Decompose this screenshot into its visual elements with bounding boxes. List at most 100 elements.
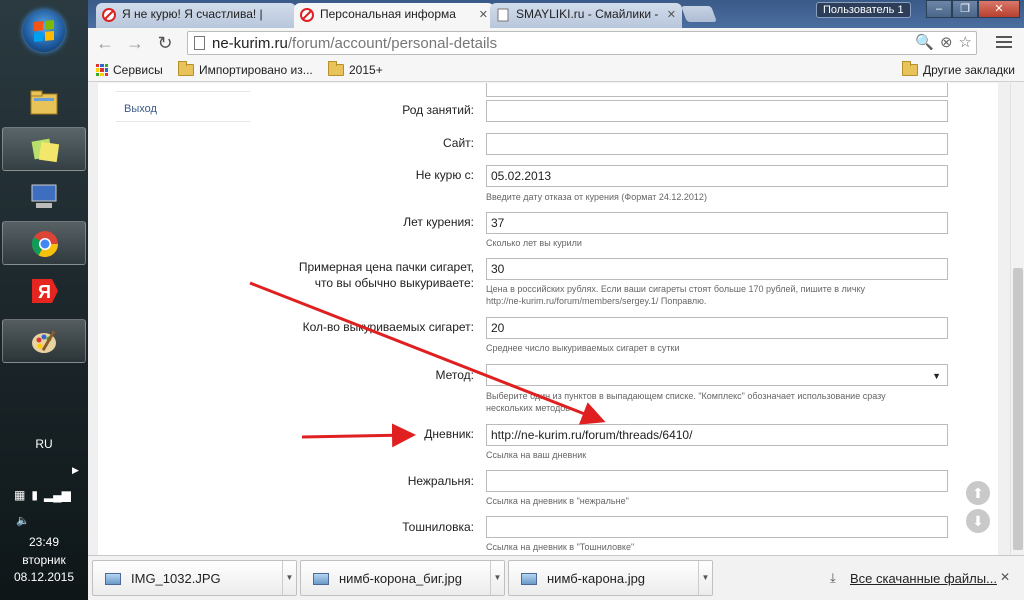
- clock-time[interactable]: 23:49: [0, 535, 88, 549]
- forward-arrow-icon[interactable]: →: [124, 32, 146, 54]
- no-smoking-icon: [102, 8, 116, 22]
- taskbar-paint[interactable]: [2, 319, 86, 363]
- bookmark-label: 2015+: [349, 63, 383, 77]
- diary-input[interactable]: http://ne-kurim.ru/forum/threads/6410/: [486, 424, 948, 446]
- download-item[interactable]: нимб-карона.jpg ▼: [508, 560, 713, 596]
- taskbar-chrome[interactable]: [2, 221, 86, 265]
- scroll-up-button[interactable]: ⬆: [966, 481, 990, 505]
- scroll-down-button[interactable]: ⬇: [966, 509, 990, 533]
- page-scrollbar[interactable]: [1010, 83, 1024, 555]
- reload-icon[interactable]: ↻: [154, 32, 176, 54]
- folder-icon: [328, 61, 344, 76]
- image-file-icon: [521, 573, 537, 585]
- stop-icon[interactable]: ⊗: [940, 33, 953, 51]
- language-indicator[interactable]: RU: [0, 437, 88, 451]
- windows-flag-tray-icon[interactable]: ▦: [14, 488, 25, 502]
- tab-close-icon[interactable]: ✕: [479, 8, 488, 21]
- tab-strip: Я не курю! Я счастлива! | Персональная и…: [88, 0, 1024, 28]
- volume-icon[interactable]: 🔈: [16, 514, 30, 527]
- bookmark-2015[interactable]: 2015+: [328, 61, 383, 77]
- price-hint-line1: Цена в российских рублях. Если ваши сига…: [486, 284, 866, 294]
- minimize-button[interactable]: –: [926, 0, 952, 18]
- browser-toolbar: ← → ↻ ne-kurim.ru/forum/account/personal…: [88, 28, 1024, 58]
- image-file-icon: [313, 573, 329, 585]
- close-window-button[interactable]: ✕: [978, 0, 1020, 18]
- battery-icon[interactable]: ▮: [31, 488, 38, 502]
- bookmark-services[interactable]: Сервисы: [96, 63, 163, 77]
- tab-title: SMAYLIKI.ru - Смайлики -: [516, 7, 659, 21]
- method-select[interactable]: [486, 364, 948, 386]
- site-input[interactable]: [486, 133, 948, 155]
- windows-flag-icon: [34, 19, 54, 43]
- maximize-button[interactable]: ❐: [952, 0, 978, 18]
- price-label-line2: что вы обычно выкуриваете:: [314, 276, 474, 290]
- close-shelf-icon[interactable]: ✕: [1000, 570, 1010, 584]
- diary-label: Дневник:: [424, 427, 474, 441]
- tab-ne-kuryu[interactable]: Я не курю! Я счастлива! |: [96, 3, 296, 28]
- nonrelapse-input[interactable]: [486, 470, 948, 492]
- occupation-input[interactable]: [486, 100, 948, 122]
- bookmark-star-icon[interactable]: ☆: [959, 33, 972, 51]
- menu-icon[interactable]: [996, 34, 1012, 50]
- cigarettes-count-hint: Среднее число выкуриваемых сигарет в сут…: [486, 343, 680, 353]
- download-item[interactable]: нимб-корона_биг.jpg ▼: [300, 560, 505, 596]
- taskbar-sticky-notes[interactable]: [2, 127, 86, 171]
- address-bar[interactable]: ne-kurim.ru/forum/account/personal-detai…: [187, 31, 977, 55]
- nausea-hint: Ссылка на дневник в "Тошниловке": [486, 542, 635, 552]
- bookmarks-bar: Сервисы Импортировано из... 2015+ Другие…: [88, 58, 1024, 82]
- bookmark-imported[interactable]: Импортировано из...: [178, 61, 313, 77]
- download-filename: IMG_1032.JPG: [131, 571, 221, 586]
- price-input[interactable]: 30: [486, 258, 948, 280]
- cigarettes-count-label: Кол-во выкуриваемых сигарет:: [302, 320, 474, 334]
- diary-hint: Ссылка на ваш дневник: [486, 450, 587, 460]
- cigarettes-count-input[interactable]: 20: [486, 317, 948, 339]
- folder-icon: [178, 61, 194, 76]
- scrollbar-thumb[interactable]: [1013, 268, 1023, 550]
- page-content: Выход Род занятий: Сайт: Не курю с: 05.0…: [98, 83, 998, 555]
- clock-day[interactable]: вторник: [0, 553, 88, 567]
- taskbar-explorer[interactable]: [2, 80, 86, 124]
- start-button[interactable]: [23, 10, 65, 52]
- zoom-icon[interactable]: 🔍: [915, 33, 934, 51]
- new-tab-button[interactable]: [681, 6, 717, 22]
- image-file-icon: [105, 573, 121, 585]
- taskbar: Я RU ▶ ▦ ▮ ▂▄▆ 🔈 23:49 вторник 08.12.201…: [0, 0, 88, 600]
- taskbar-yandex[interactable]: Я: [2, 269, 86, 313]
- prev-field[interactable]: [486, 83, 948, 97]
- profile-button[interactable]: Пользователь 1: [816, 2, 911, 18]
- occupation-label: Род занятий:: [402, 103, 474, 117]
- svg-text:Я: Я: [38, 282, 51, 302]
- quit-date-input[interactable]: 05.02.2013: [486, 165, 948, 187]
- quit-date-hint: Введите дату отказа от курения (Формат 2…: [486, 192, 707, 202]
- palette-icon: [32, 330, 56, 353]
- page-icon: [194, 36, 205, 50]
- show-all-downloads-link[interactable]: Все скачанные файлы...: [850, 571, 997, 586]
- chevron-down-icon[interactable]: ▼: [490, 561, 504, 595]
- url-path: /forum/account/personal-details: [287, 35, 498, 52]
- method-hint-line1: Выберите один из пунктов в выпадающем сп…: [486, 391, 886, 401]
- bookmark-label: Сервисы: [113, 63, 163, 77]
- logout-link[interactable]: Выход: [124, 103, 157, 115]
- chevron-down-icon[interactable]: ▼: [282, 561, 296, 595]
- download-item[interactable]: IMG_1032.JPG ▼: [92, 560, 297, 596]
- clock-date[interactable]: 08.12.2015: [0, 570, 88, 584]
- folder-icon: [902, 61, 918, 76]
- url-host: ne-kurim.ru: [212, 35, 288, 52]
- bookmark-other[interactable]: Другие закладки: [902, 61, 1015, 77]
- taskbar-computer[interactable]: [2, 174, 86, 218]
- computer-icon: [31, 184, 57, 208]
- back-arrow-icon[interactable]: ←: [94, 32, 116, 54]
- nausea-input[interactable]: [486, 516, 948, 538]
- smoking-years-input[interactable]: 37: [486, 212, 948, 234]
- tab-smayliki[interactable]: SMAYLIKI.ru - Смайлики - ✕: [490, 3, 682, 28]
- smoking-years-label: Лет курения:: [403, 215, 474, 229]
- nonrelapse-hint: Ссылка на дневник в "нежральне": [486, 496, 629, 506]
- tab-close-icon[interactable]: ✕: [667, 8, 676, 21]
- download-arrow-icon: ⤓: [830, 570, 836, 585]
- apps-icon: [96, 64, 108, 76]
- chevron-down-icon[interactable]: ▼: [698, 561, 712, 595]
- tray-expand-icon[interactable]: ▶: [72, 465, 79, 476]
- signal-icon[interactable]: ▂▄▆: [44, 488, 71, 502]
- tab-personal-details[interactable]: Персональная информа ✕: [294, 3, 494, 28]
- sticky-notes-icon: [31, 138, 60, 163]
